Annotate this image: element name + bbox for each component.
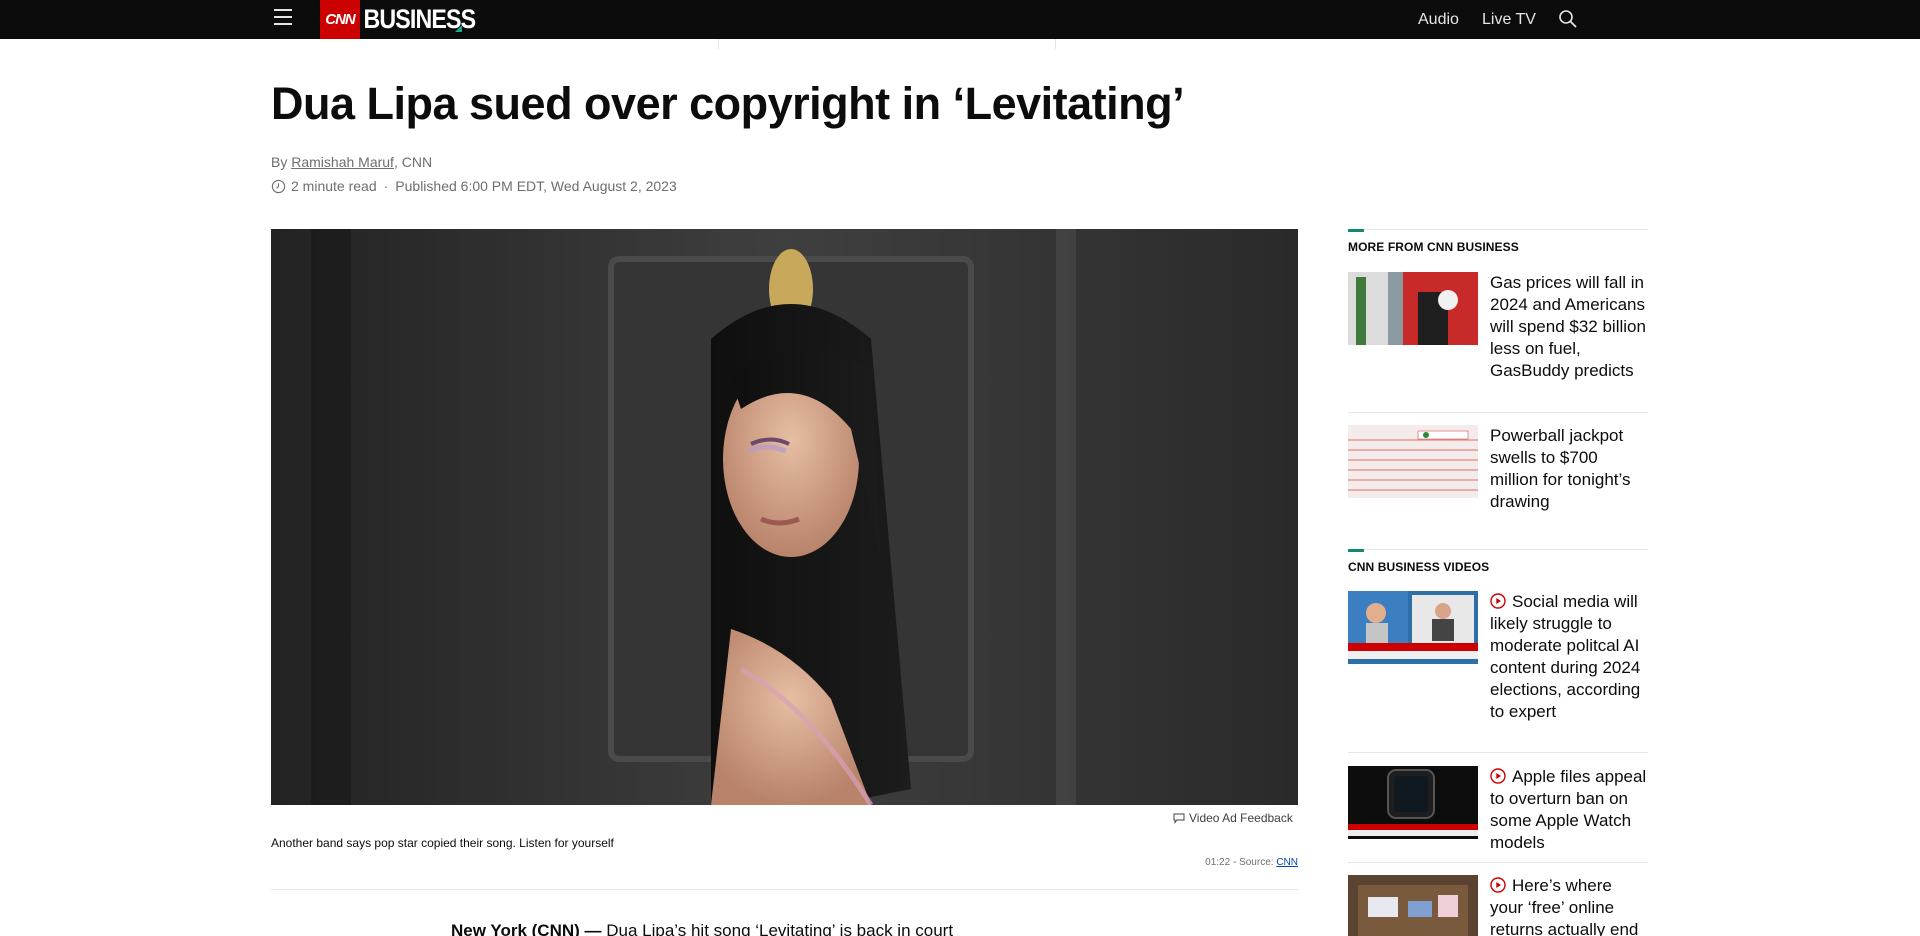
play-circle-icon [1490,768,1506,784]
video-thumbnail[interactable] [1348,875,1478,936]
cnn-business-videos-title: CNN BUSINESS VIDEOS [1348,560,1490,574]
site-header: CNN BUSINESS Audio Live TV [0,0,1920,39]
comment-icon [1173,813,1185,824]
card-divider [1348,862,1648,863]
play-circle-icon [1490,593,1506,609]
article-meta: 2 minute read · Published 6:00 PM EDT, W… [271,178,677,194]
sidebar-video-title-text: Here’s where your ‘free’ online returns … [1490,876,1639,936]
video-thumbnail[interactable] [1348,591,1478,664]
hamburger-menu-icon[interactable] [274,9,292,27]
video-source-prefix: - Source: [1230,857,1277,868]
subnav-strip [0,39,1920,49]
video-thumbnail[interactable] [1348,766,1478,839]
article-thumbnail[interactable] [1348,425,1478,498]
more-from-cnn-business-title: MORE FROM CNN BUSINESS [1348,240,1519,254]
author-link[interactable]: Ramishah Maruf [291,154,394,170]
video-ad-feedback[interactable]: Video Ad Feedback [1173,811,1293,825]
subnav-divider [718,39,719,49]
subnav-divider [1055,39,1056,49]
sidebar-video-title[interactable]: Apple files appeal to overturn ban on so… [1490,766,1648,854]
meta-separator: · [383,178,389,194]
cnn-business-logo[interactable]: CNN BUSINESS [320,0,494,39]
clock-icon [271,179,286,193]
article-headline: Dua Lipa sued over copyright in ‘Levitat… [271,78,1185,129]
sidebar-video-card[interactable]: Apple files appeal to overturn ban on so… [1348,766,1648,866]
video-source: 01:22 - Source: CNN [1205,857,1298,868]
byline-outlet: , CNN [393,154,433,170]
byline-prefix: By [271,154,292,170]
logo-accent-triangle [455,25,462,32]
nav-live-tv-link[interactable]: Live TV [1482,0,1536,39]
sidebar-video-title[interactable]: Here’s where your ‘free’ online returns … [1490,875,1648,936]
section-accent [1348,229,1364,232]
section-rule [1348,229,1648,230]
body-lead-text: Dua Lipa’s hit song ‘Levitating’ is back… [601,921,954,936]
sidebar-article-card[interactable]: Powerball jackpot swells to $700 million… [1348,425,1648,525]
sidebar-article-title[interactable]: Gas prices will fall in 2024 and America… [1490,272,1648,382]
sidebar-article-card[interactable]: Gas prices will fall in 2024 and America… [1348,272,1648,402]
card-divider [1348,752,1648,753]
section-rule [1348,549,1648,550]
sidebar-video-title[interactable]: Social media will likely struggle to mod… [1490,591,1648,723]
nav-audio-link[interactable]: Audio [1418,0,1459,39]
publish-date: Published 6:00 PM EDT, Wed August 2, 202… [395,178,677,194]
video-source-link[interactable]: CNN [1276,857,1298,868]
video-player[interactable] [271,229,1298,805]
video-caption: Another band says pop star copied their … [271,836,614,850]
sidebar-article-title[interactable]: Powerball jackpot swells to $700 million… [1490,425,1648,513]
play-circle-icon [1490,877,1506,893]
read-time: 2 minute read [291,178,377,194]
sidebar-video-card[interactable]: Social media will likely struggle to mod… [1348,591,1648,741]
video-ad-feedback-label: Video Ad Feedback [1189,811,1293,825]
video-duration: 01:22 [1205,857,1231,868]
dateline: New York (CNN) — [451,921,602,936]
cnn-logo-mark: CNN [320,0,360,39]
article-body-lead: New York (CNN) — Dua Lipa’s hit song ‘Le… [451,921,953,936]
search-icon[interactable] [1558,9,1578,29]
section-accent [1348,549,1364,552]
sidebar-video-title-text: Apple files appeal to overturn ban on so… [1490,767,1647,852]
card-divider [1348,412,1648,413]
business-wordmark: BUSINESS [363,4,476,34]
content-divider [271,889,1298,890]
sidebar-video-title-text: Social media will likely struggle to mod… [1490,592,1641,721]
byline: By Ramishah Maruf, CNN [271,154,432,170]
sidebar-video-card[interactable]: Here’s where your ‘free’ online returns … [1348,875,1648,936]
article-thumbnail[interactable] [1348,272,1478,345]
video-frame-image [271,229,1298,805]
